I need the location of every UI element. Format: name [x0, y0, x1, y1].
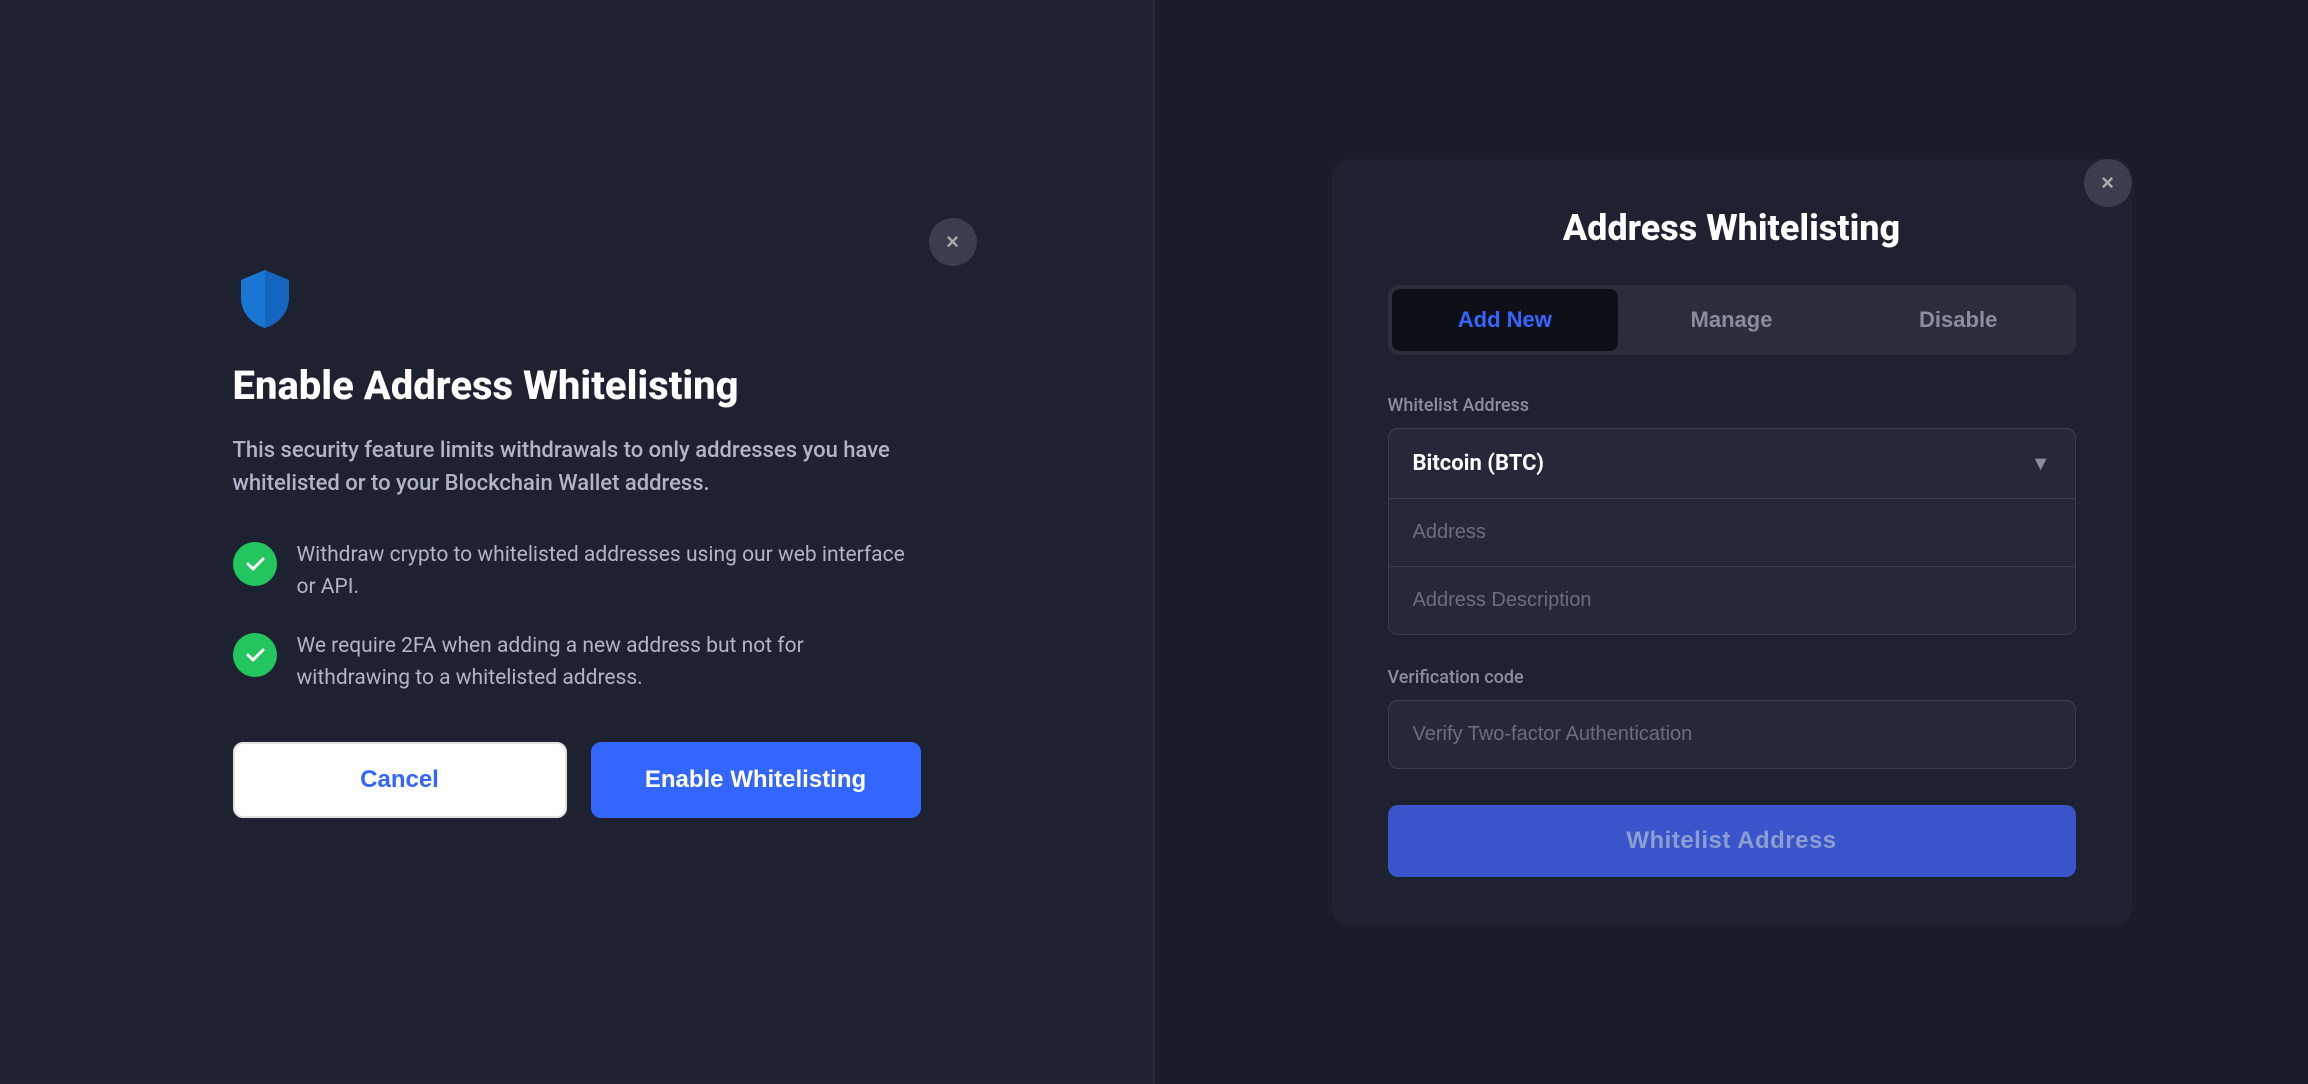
tab-disable[interactable]: Disable — [1845, 289, 2072, 351]
tab-manage[interactable]: Manage — [1618, 289, 1845, 351]
cancel-button[interactable]: Cancel — [233, 742, 567, 818]
feature-item-2: We require 2FA when adding a new address… — [233, 631, 921, 694]
enable-whitelisting-button[interactable]: Enable Whitelisting — [591, 742, 921, 818]
button-row: Cancel Enable Whitelisting — [233, 742, 921, 818]
whitelist-address-label: Whitelist Address — [1388, 395, 2076, 416]
verification-box — [1388, 700, 2076, 769]
enable-whitelisting-modal: × Enable Address Whitelisting This secur… — [177, 218, 977, 866]
left-panel: × Enable Address Whitelisting This secur… — [0, 0, 1153, 1084]
feature-text-1: Withdraw crypto to whitelisted addresses… — [297, 540, 921, 603]
currency-value: Bitcoin (BTC) — [1413, 451, 1544, 476]
check-icon-1 — [233, 542, 277, 586]
shield-icon — [233, 266, 921, 334]
address-input[interactable] — [1389, 499, 2075, 567]
tab-add-new[interactable]: Add New — [1392, 289, 1619, 351]
whitelist-address-box: Bitcoin (BTC) ▼ — [1388, 428, 2076, 635]
left-modal-description: This security feature limits withdrawals… — [233, 434, 921, 500]
right-panel: × Address Whitelisting Add New Manage Di… — [1155, 0, 2308, 1084]
verification-label: Verification code — [1388, 667, 2076, 688]
currency-select[interactable]: Bitcoin (BTC) ▼ — [1389, 429, 2075, 499]
feature-list: Withdraw crypto to whitelisted addresses… — [233, 540, 921, 694]
left-modal-title: Enable Address Whitelisting — [233, 362, 921, 410]
verification-input[interactable] — [1413, 723, 2051, 746]
check-icon-2 — [233, 633, 277, 677]
whitelist-address-section: Whitelist Address Bitcoin (BTC) ▼ — [1388, 395, 2076, 635]
right-modal-title: Address Whitelisting — [1388, 207, 2076, 249]
whitelist-address-button[interactable]: Whitelist Address — [1388, 805, 2076, 877]
feature-text-2: We require 2FA when adding a new address… — [297, 631, 921, 694]
dropdown-arrow-icon: ▼ — [2031, 451, 2051, 476]
left-close-button[interactable]: × — [929, 218, 977, 266]
right-close-button[interactable]: × — [2084, 159, 2132, 207]
tab-group: Add New Manage Disable — [1388, 285, 2076, 355]
feature-item-1: Withdraw crypto to whitelisted addresses… — [233, 540, 921, 603]
address-whitelisting-modal: × Address Whitelisting Add New Manage Di… — [1332, 159, 2132, 925]
verification-section: Verification code — [1388, 667, 2076, 769]
address-description-input[interactable] — [1389, 567, 2075, 634]
